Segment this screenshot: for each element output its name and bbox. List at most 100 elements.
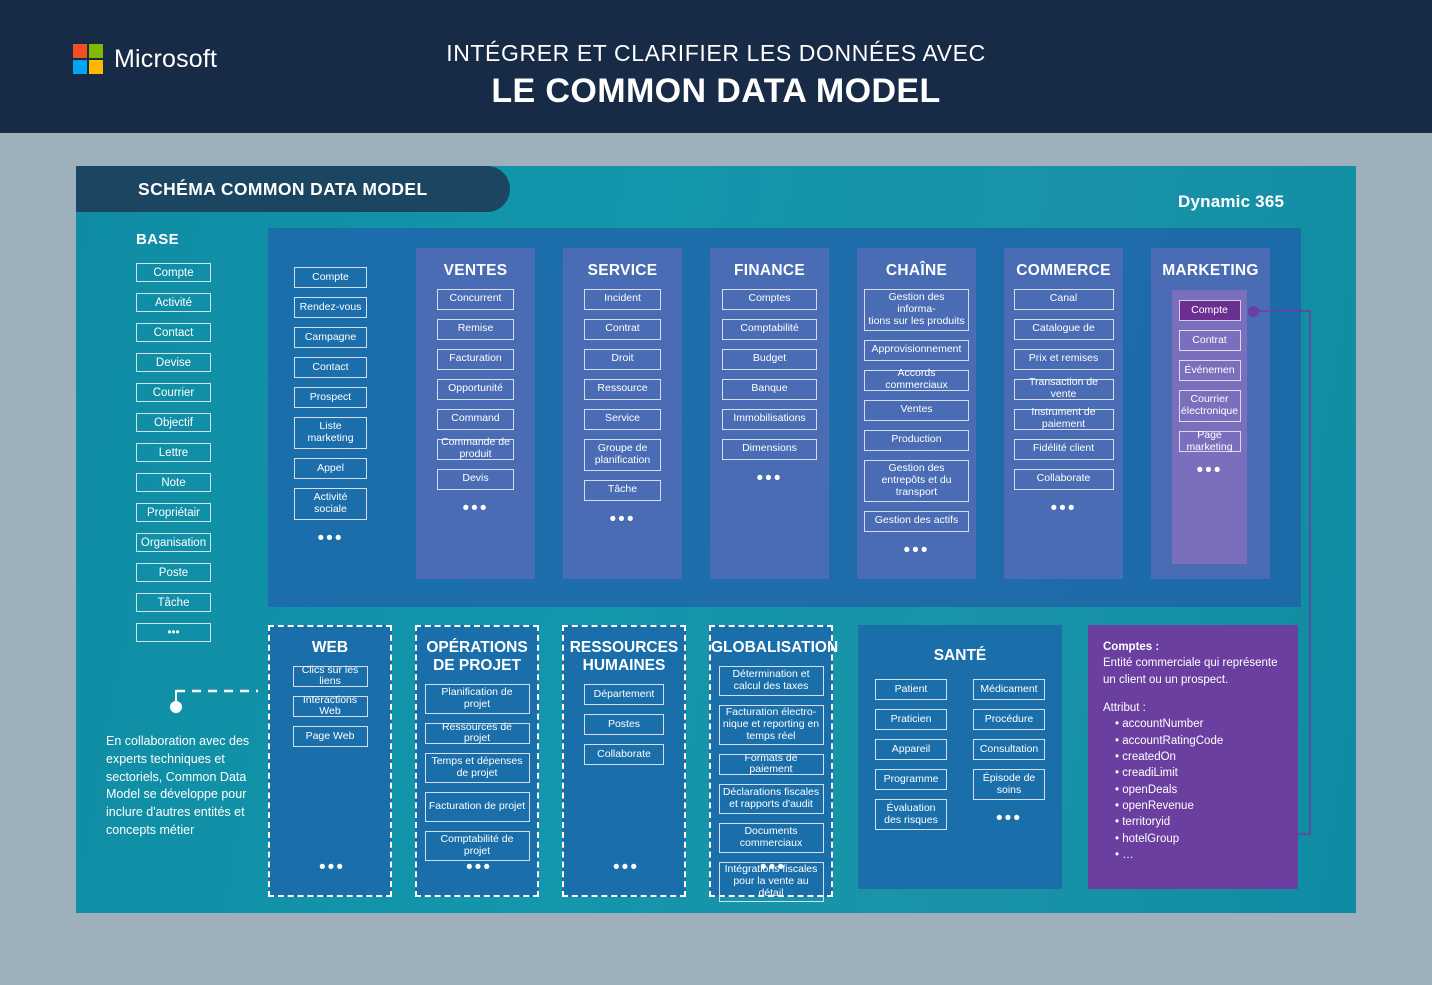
domain-entity-item[interactable]: Droit bbox=[584, 348, 661, 370]
sante-entity-item[interactable]: Épisode de soins bbox=[973, 769, 1045, 800]
extended-entity-item[interactable]: Déclarations fiscales et rapports d'audi… bbox=[718, 783, 824, 814]
marketing-entity-item[interactable]: Courrier électronique bbox=[1178, 390, 1241, 422]
extended-entity-item[interactable]: Facturation électro-nique et reporting e… bbox=[718, 704, 824, 745]
domain-entity-item[interactable]: Groupe de planification bbox=[584, 438, 661, 471]
extended-entity-item[interactable]: Détermination et calcul des taxes bbox=[718, 665, 824, 696]
domain-entity-item[interactable]: Facturation bbox=[437, 348, 514, 370]
domain-entity-item[interactable]: Concurrent bbox=[437, 288, 514, 310]
entity-attribute-item: hotelGroup bbox=[1115, 831, 1283, 847]
base-entity-item[interactable]: Organisation bbox=[136, 533, 211, 552]
base-entity-item[interactable]: Objectif bbox=[136, 413, 211, 432]
domain-entity-item[interactable]: Ventes bbox=[864, 399, 969, 421]
crm-entity-item[interactable]: Compte bbox=[294, 267, 367, 288]
domain-card-title: SERVICE bbox=[587, 262, 658, 279]
domain-entity-item[interactable]: Gestion des actifs bbox=[864, 510, 969, 532]
extended-entity-item[interactable]: Documents commerciaux bbox=[718, 822, 824, 853]
base-entity-item[interactable]: Note bbox=[136, 473, 211, 492]
crm-entity-item[interactable]: Contact bbox=[294, 357, 367, 378]
base-entity-item[interactable]: Contact bbox=[136, 323, 211, 342]
extended-entity-item[interactable]: Facturation de projet bbox=[424, 791, 530, 822]
extended-entity-item[interactable]: Postes bbox=[584, 713, 664, 735]
domain-entity-item[interactable]: Fidélité client bbox=[1013, 438, 1114, 460]
domain-entity-item[interactable]: Gestion des entrepôts et du transport bbox=[864, 459, 969, 502]
domain-entity-item[interactable]: Devis bbox=[437, 468, 514, 490]
domain-entity-item[interactable]: Collaborate bbox=[1013, 468, 1114, 490]
extended-more-indicator: ••• bbox=[613, 857, 639, 878]
base-section-title: BASE bbox=[136, 231, 179, 248]
extended-entity-item[interactable]: Page Web bbox=[292, 725, 368, 747]
domain-entity-item[interactable]: Comptabilité bbox=[722, 318, 817, 340]
base-entity-item[interactable]: Poste bbox=[136, 563, 211, 582]
sante-entity-item[interactable]: Programme bbox=[875, 769, 947, 790]
base-entity-item[interactable]: Tâche bbox=[136, 593, 211, 612]
extended-entity-item[interactable]: Planification de projet bbox=[424, 683, 530, 714]
note-pin-icon bbox=[170, 701, 182, 713]
entity-attribute-item: accountRatingCode bbox=[1115, 733, 1283, 749]
domain-entity-item[interactable]: Dimensions bbox=[722, 438, 817, 460]
entity-detail-title: Comptes : bbox=[1103, 641, 1160, 653]
extended-entity-item[interactable]: Temps et dépenses de projet bbox=[424, 752, 530, 783]
crm-entity-item[interactable]: Campagne bbox=[294, 327, 367, 348]
schema-title-label: SCHÉMA COMMON DATA MODEL bbox=[138, 178, 428, 199]
domain-entity-item[interactable]: Service bbox=[584, 408, 661, 430]
marketing-entity-item[interactable]: Compte bbox=[1178, 300, 1241, 321]
extended-entity-item[interactable]: Formats de paiement bbox=[718, 752, 824, 775]
entity-attribute-item: openDeals bbox=[1115, 782, 1283, 798]
crm-entity-item[interactable]: Rendez-vous bbox=[294, 297, 367, 318]
domain-entity-item[interactable]: Catalogue de bbox=[1013, 318, 1114, 340]
domain-entity-item[interactable]: Comptes bbox=[722, 288, 817, 310]
extended-entity-item[interactable]: Ressources de projet bbox=[424, 721, 530, 744]
domain-entity-item[interactable]: Production bbox=[864, 429, 969, 451]
domain-entity-item[interactable]: Tâche bbox=[584, 479, 661, 501]
domain-more-indicator: ••• bbox=[462, 497, 489, 519]
crm-entity-item[interactable]: Activité sociale bbox=[294, 488, 367, 520]
domain-entity-item[interactable]: Approvisionnement bbox=[864, 339, 969, 361]
entity-detail-panel: Comptes : Entité commerciale qui représe… bbox=[1088, 625, 1298, 889]
sante-entity-item[interactable]: Patient bbox=[875, 679, 947, 700]
domain-entity-item[interactable]: Immobilisations bbox=[722, 408, 817, 430]
domain-entity-item[interactable]: Ressource bbox=[584, 378, 661, 400]
extended-entity-item[interactable]: Interactions Web bbox=[292, 694, 368, 717]
domain-entity-item[interactable]: Transaction de vente bbox=[1013, 377, 1114, 400]
domain-entity-item[interactable]: Canal bbox=[1013, 288, 1114, 310]
domain-entity-item[interactable]: Command bbox=[437, 408, 514, 430]
extended-entity-item[interactable]: Clics sur les liens bbox=[292, 664, 368, 687]
base-entity-item[interactable]: Courrier bbox=[136, 383, 211, 402]
extended-entity-item[interactable]: Collaborate bbox=[584, 743, 664, 765]
domain-entity-item[interactable]: Accords commerciaux bbox=[864, 368, 969, 391]
marketing-more-indicator: ••• bbox=[1196, 460, 1223, 481]
domain-card-ventes: VENTES Concurrent Remise Facturation Opportu… bbox=[416, 248, 535, 579]
marketing-entity-item[interactable]: Page marketing bbox=[1178, 429, 1241, 452]
base-entity-item[interactable]: Propriétair bbox=[136, 503, 211, 522]
domain-entity-item[interactable]: Gestion des informa-tions sur les produi… bbox=[864, 288, 969, 331]
base-entity-item[interactable]: ••• bbox=[136, 623, 211, 642]
domain-entity-item[interactable]: Remise bbox=[437, 318, 514, 340]
marketing-highlight-group: Compte Contrat Événemen Courrier électroniq… bbox=[1172, 290, 1247, 564]
note-dashed-connector bbox=[176, 689, 258, 693]
crm-entity-item[interactable]: Appel bbox=[294, 458, 367, 479]
base-entity-item[interactable]: Lettre bbox=[136, 443, 211, 462]
base-entity-item[interactable]: Devise bbox=[136, 353, 211, 372]
sante-entity-item[interactable]: Médicament bbox=[973, 679, 1045, 700]
sante-entity-item[interactable]: Praticien bbox=[875, 709, 947, 730]
sante-entity-item[interactable]: Évaluation des risques bbox=[875, 799, 947, 830]
domain-entity-item[interactable]: Budget bbox=[722, 348, 817, 370]
sante-entity-item[interactable]: Procédure bbox=[973, 709, 1045, 730]
domain-entity-item[interactable]: Prix et remises bbox=[1013, 348, 1114, 370]
domain-entity-item[interactable]: Contrat bbox=[584, 318, 661, 340]
marketing-entity-item[interactable]: Contrat bbox=[1178, 330, 1241, 351]
sante-entity-item[interactable]: Consultation bbox=[973, 739, 1045, 760]
base-entity-item[interactable]: Activité bbox=[136, 293, 211, 312]
extended-entity-list: Clics sur les liens Interactions Web Page … bbox=[270, 664, 390, 756]
sante-entity-item[interactable]: Appareil bbox=[875, 739, 947, 760]
extended-entity-item[interactable]: Département bbox=[584, 683, 664, 705]
domain-entity-item[interactable]: Banque bbox=[722, 378, 817, 400]
marketing-entity-item[interactable]: Événemen bbox=[1178, 360, 1241, 381]
domain-entity-item[interactable]: Incident bbox=[584, 288, 661, 310]
crm-entity-item[interactable]: Liste marketing bbox=[294, 417, 367, 449]
crm-entity-item[interactable]: Prospect bbox=[294, 387, 367, 408]
domain-entity-item[interactable]: Instrument de paiement bbox=[1013, 407, 1114, 430]
domain-entity-item[interactable]: Opportunité bbox=[437, 378, 514, 400]
base-entity-item[interactable]: Compte bbox=[136, 263, 211, 282]
domain-entity-item[interactable]: Commande de produit bbox=[437, 437, 514, 460]
